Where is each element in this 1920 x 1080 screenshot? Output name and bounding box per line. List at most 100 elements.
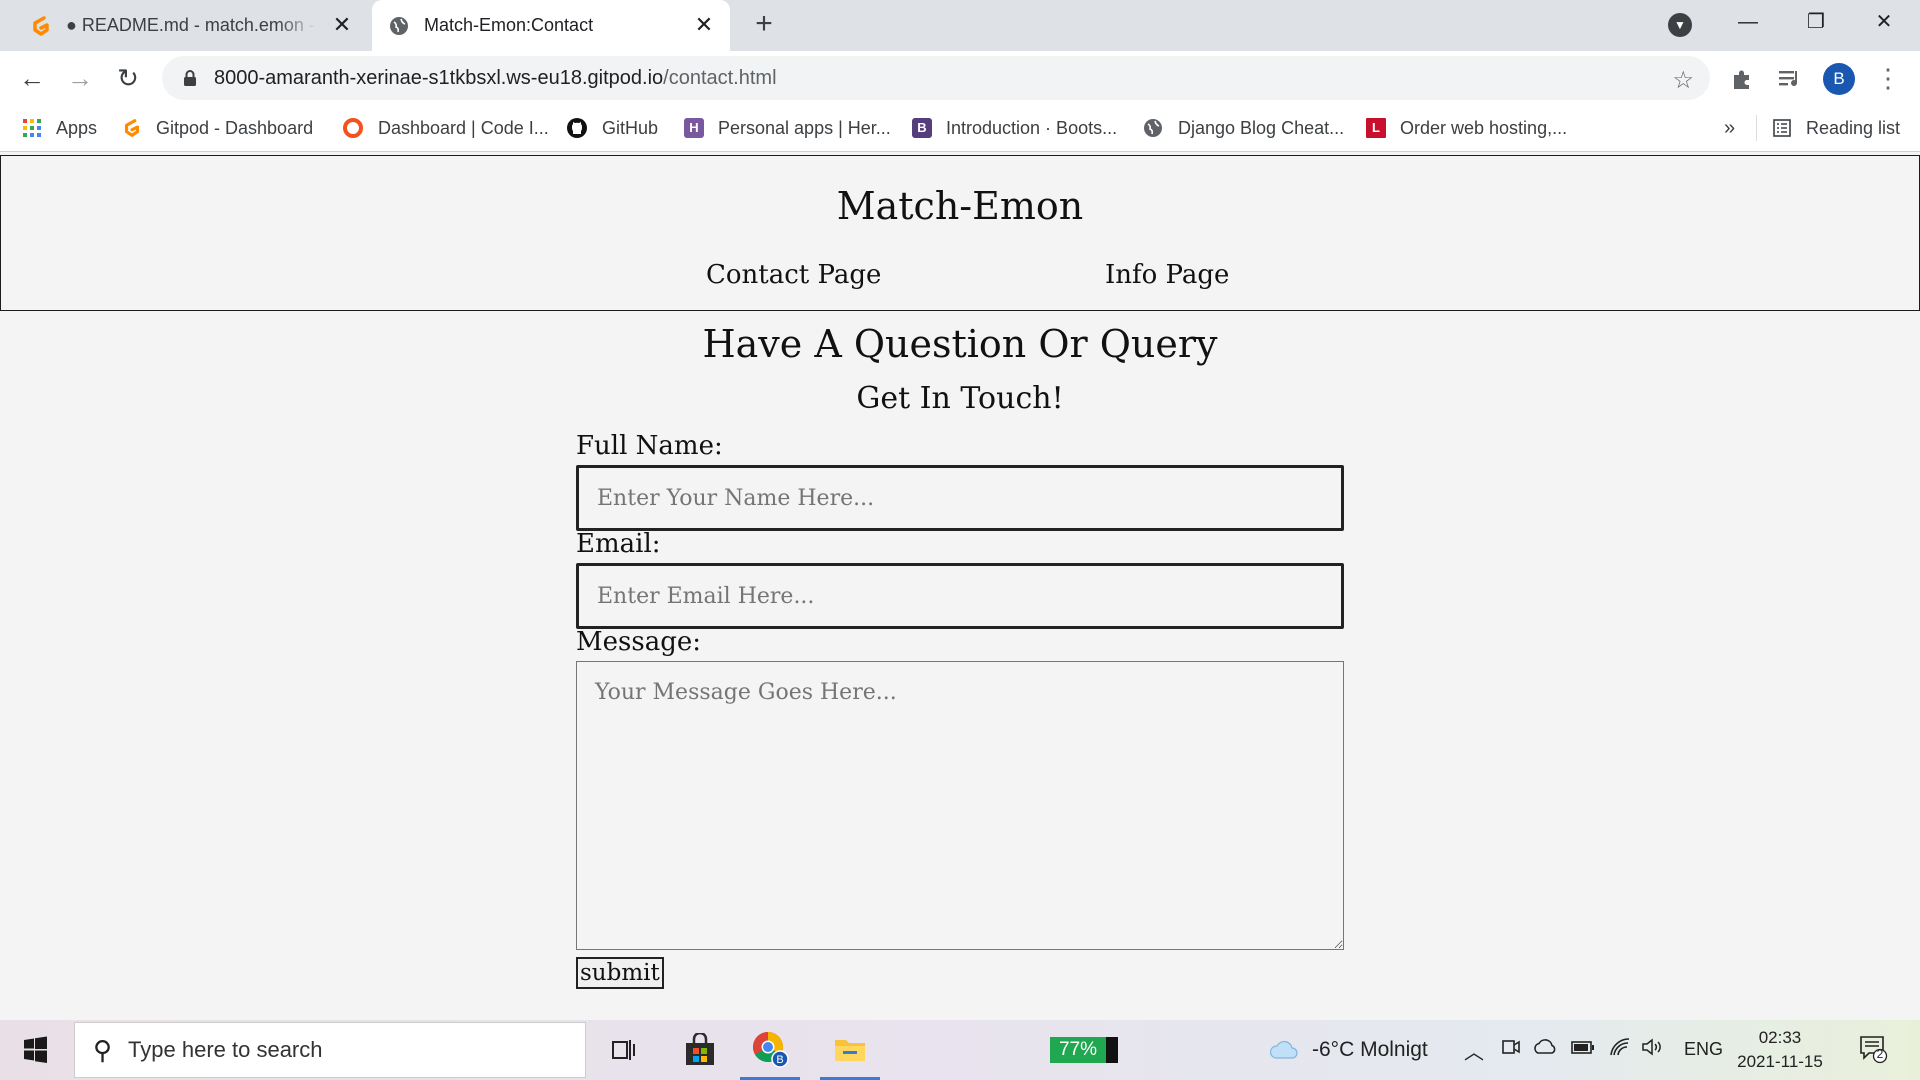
chrome-icon: B — [752, 1031, 789, 1068]
battery-icon[interactable] — [1570, 1036, 1596, 1058]
address-bar[interactable]: 8000-amaranth-xerinae-s1tkbsxl.ws-eu18.g… — [162, 56, 1710, 100]
file-explorer-button[interactable] — [820, 1020, 880, 1080]
globe-icon — [1144, 119, 1162, 137]
back-arrow-icon[interactable]: ← — [17, 63, 47, 93]
site-title: Match-Emon — [836, 184, 1084, 228]
submit-button[interactable]: submit — [576, 957, 664, 989]
bookmark-heroku[interactable]: H Personal apps | Her... — [684, 105, 891, 151]
email-input[interactable] — [576, 563, 1344, 629]
clock-date: 2021-11-15 — [1737, 1052, 1823, 1071]
window-close-icon[interactable]: ✕ — [1861, 6, 1907, 38]
weather-text[interactable]: -6°C Molnigt — [1312, 1038, 1428, 1062]
kebab-menu-icon[interactable]: ⋮ — [1875, 61, 1901, 95]
meet-now-icon[interactable] — [1500, 1036, 1522, 1058]
store-bag-icon — [686, 1033, 714, 1065]
full-name-label: Full Name: — [576, 431, 723, 461]
store-app-button[interactable] — [670, 1020, 730, 1080]
forward-arrow-icon[interactable]: → — [65, 63, 95, 93]
gitpod-icon — [124, 119, 140, 137]
tab-readme[interactable]: ● README.md - match.emon - G ✕ — [18, 0, 368, 51]
browser-toolbar: ← → ↻ 8000-amaranth-xerinae-s1tkbsxl.ws-… — [0, 51, 1920, 105]
site-header: Match-Emon Contact Page Info Page — [0, 155, 1920, 311]
bookmark-gitpod[interactable]: Gitpod - Dashboard — [122, 105, 313, 151]
bookmark-label: Apps — [56, 117, 98, 138]
close-icon[interactable]: ✕ — [692, 13, 716, 37]
onedrive-cloud-icon[interactable] — [1532, 1036, 1558, 1058]
new-tab-button[interactable]: + — [748, 9, 780, 41]
lock-icon[interactable] — [180, 68, 200, 88]
search-icon: ⚲ — [93, 1034, 113, 1065]
page-heading: Have A Question Or Query — [702, 322, 1218, 366]
taskbar-search-box[interactable]: ⚲ Type here to search — [74, 1022, 586, 1078]
page-subheading: Get In Touch! — [856, 381, 1064, 416]
bookmark-label: Dashboard | Code I... — [378, 117, 549, 138]
reading-list-label: Reading list — [1806, 117, 1901, 138]
bookmark-label: Gitpod - Dashboard — [156, 117, 314, 138]
svg-text:B: B — [776, 1054, 783, 1066]
folder-icon — [835, 1039, 865, 1061]
bookmark-label: Django Blog Cheat... — [1178, 117, 1345, 138]
restore-icon[interactable]: ❐ — [1793, 6, 1839, 38]
url-path: /contact.html — [663, 66, 777, 89]
chrome-app-button[interactable]: B — [740, 1020, 800, 1080]
bookmarks-overflow-icon[interactable]: » — [1724, 105, 1735, 151]
globe-icon — [390, 16, 408, 35]
message-label: Message: — [576, 627, 701, 657]
clock-time: 02:33 — [1758, 1028, 1802, 1047]
bookmark-label: Order web hosting,... — [1400, 117, 1568, 138]
tab-title: ● README.md - match.emon - G — [66, 15, 316, 35]
bookmark-django[interactable]: Django Blog Cheat... — [1142, 105, 1344, 151]
bookmark-star-icon[interactable]: ☆ — [1672, 66, 1694, 95]
extensions-puzzle-icon[interactable] — [1728, 65, 1756, 93]
full-name-input[interactable] — [576, 465, 1344, 531]
bookmark-label: GitHub — [602, 117, 659, 138]
task-view-button[interactable] — [594, 1020, 654, 1080]
task-view-icon — [612, 1040, 635, 1060]
tab-title: Match-Emon:Contact — [424, 15, 594, 35]
battery-tip — [1106, 1037, 1118, 1063]
windows-start-icon[interactable] — [14, 1034, 54, 1066]
code-institute-icon — [343, 118, 363, 138]
url-host: 8000-amaranth-xerinae-s1tkbsxl.ws-eu18.g… — [214, 66, 664, 89]
cloud-weather-icon[interactable] — [1268, 1038, 1300, 1062]
profile-avatar[interactable]: B — [1823, 63, 1855, 95]
battery-percent: 77% — [1050, 1037, 1106, 1063]
email-label: Email: — [576, 529, 661, 559]
github-icon — [567, 118, 587, 138]
bookmark-code-institute[interactable]: Dashboard | Code I... — [342, 105, 549, 151]
bookmark-apps[interactable]: Apps — [22, 105, 97, 151]
chevron-up-icon[interactable]: ︿ — [1464, 1036, 1484, 1065]
heroku-icon: H — [684, 118, 704, 138]
tab-strip: ● README.md - match.emon - G ✕ Match-Emo… — [0, 0, 1920, 51]
bookmark-loopia[interactable]: L Order web hosting,... — [1366, 105, 1567, 151]
bootstrap-icon: B — [912, 118, 932, 138]
gitpod-icon — [33, 15, 49, 36]
windows-taskbar: ⚲ Type here to search B 77% -6°C Molnigt… — [0, 1020, 1920, 1080]
minimize-icon[interactable]: — — [1725, 6, 1771, 38]
taskbar-search-placeholder: Type here to search — [128, 1037, 323, 1062]
bookmark-bootstrap[interactable]: B Introduction · Boots... — [912, 105, 1117, 151]
reading-list-button[interactable]: Reading list — [1772, 105, 1900, 151]
clock[interactable]: 02:33 2021-11-15 — [1736, 1026, 1824, 1074]
bookmarks-bar: Apps Gitpod - Dashboard Dashboard | Code… — [0, 105, 1920, 152]
input-language[interactable]: ENG — [1684, 1039, 1723, 1060]
bookmark-label: Personal apps | Her... — [718, 117, 891, 138]
notification-center-button[interactable]: 2 — [1858, 1034, 1888, 1064]
bookmark-github[interactable]: GitHub — [566, 105, 658, 151]
media-queue-icon[interactable] — [1776, 65, 1804, 93]
message-textarea[interactable] — [576, 661, 1344, 950]
nav-link-info[interactable]: Info Page — [1105, 260, 1229, 290]
battery-meter[interactable]: 77% — [1050, 1036, 1124, 1064]
divider — [1756, 115, 1757, 141]
tab-search-icon[interactable]: ▼ — [1668, 13, 1692, 37]
close-icon[interactable]: ✕ — [330, 13, 354, 37]
tab-contact[interactable]: Match-Emon:Contact ✕ — [372, 0, 730, 51]
url-text: 8000-amaranth-xerinae-s1tkbsxl.ws-eu18.g… — [214, 67, 777, 90]
volume-icon[interactable] — [1640, 1036, 1666, 1058]
notification-count: 2 — [1876, 1047, 1884, 1061]
loopia-icon: L — [1366, 118, 1386, 138]
wifi-icon[interactable] — [1608, 1036, 1632, 1058]
reading-list-icon — [1773, 119, 1791, 137]
reload-icon[interactable]: ↻ — [113, 63, 143, 93]
nav-link-contact[interactable]: Contact Page — [706, 260, 881, 290]
